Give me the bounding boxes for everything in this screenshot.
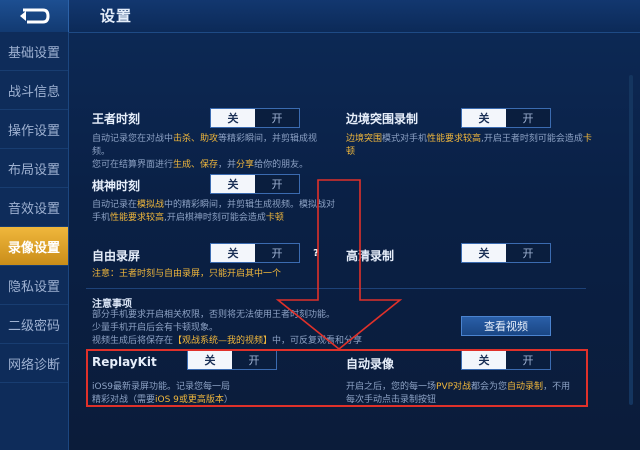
annotation-box	[86, 349, 588, 407]
settings-screen: 设置 基础设置 战斗信息 操作设置 布局设置 音效设置 录像设置 隐私设置 二级…	[0, 0, 640, 450]
